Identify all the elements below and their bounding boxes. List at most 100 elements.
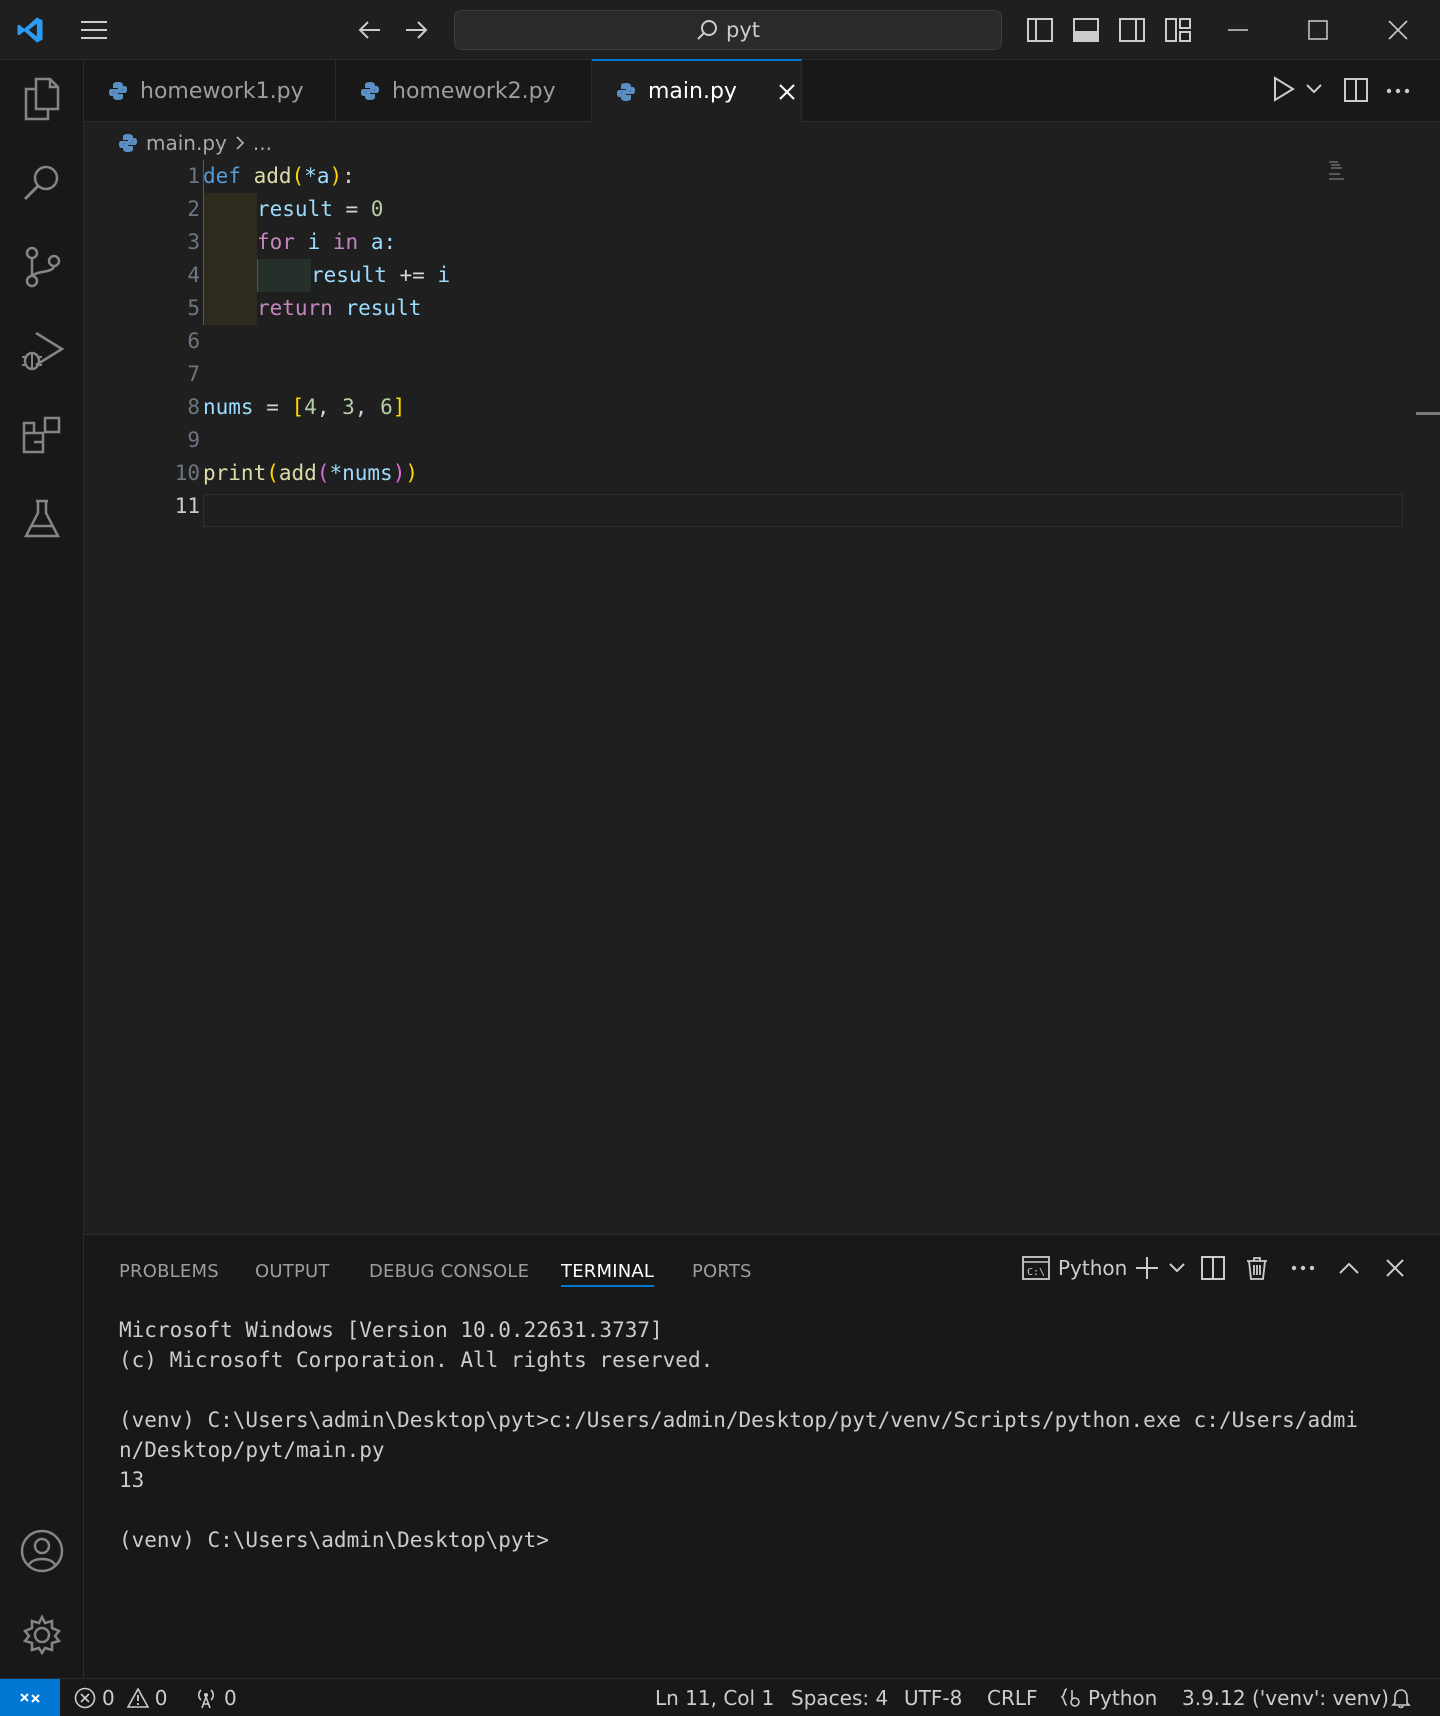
line-number: 10 — [174, 461, 200, 485]
remote-indicator[interactable] — [0, 1679, 60, 1716]
tab-output[interactable]: OUTPUT — [255, 1257, 330, 1287]
tab-label: main.py — [648, 79, 737, 104]
ports-status[interactable]: 0 — [194, 1679, 237, 1716]
new-terminal-plus-icon[interactable] — [1130, 1251, 1164, 1285]
more-actions-icon[interactable] — [1386, 88, 1410, 94]
line-number: 4 — [187, 263, 200, 287]
toggle-primary-sidebar-icon[interactable] — [1022, 12, 1058, 48]
chevron-down-icon[interactable] — [1306, 84, 1322, 94]
tab-main[interactable]: main.py — [592, 59, 802, 122]
warning-triangle-icon — [126, 1688, 149, 1708]
code-line-2: result = 0 — [257, 197, 384, 221]
maximize-panel-chevron-up-icon[interactable] — [1332, 1251, 1366, 1285]
python-interpreter[interactable]: 3.9.12 ('venv': venv) — [1182, 1679, 1389, 1716]
close-panel-icon[interactable] — [1378, 1251, 1412, 1285]
terminal-line: 13 — [119, 1468, 145, 1492]
minimap[interactable] — [1328, 160, 1346, 182]
terminal-icon: C:\ — [1022, 1256, 1050, 1280]
broadcast-antenna-icon — [194, 1687, 218, 1709]
toggle-secondary-sidebar-icon[interactable] — [1114, 12, 1150, 48]
terminal-line: (venv) C:\Users\admin\Desktop\pyt>c:/Use… — [119, 1408, 1359, 1432]
python-file-icon — [108, 81, 128, 101]
close-window-icon[interactable] — [1380, 12, 1416, 48]
run-python-file-icon[interactable] — [1272, 76, 1296, 102]
line-number: 1 — [187, 164, 200, 188]
tab-label: homework2.py — [392, 78, 556, 104]
back-arrow-icon[interactable] — [352, 12, 388, 48]
terminal-profile-selector[interactable]: C:\ Python — [1022, 1251, 1127, 1285]
more-actions-icon[interactable] — [1286, 1251, 1320, 1285]
tab-homework1[interactable]: homework1.py — [84, 60, 336, 122]
python-file-icon — [118, 133, 138, 153]
split-editor-icon[interactable] — [1344, 78, 1368, 102]
remote-connection-icon — [19, 1688, 41, 1708]
python-file-icon — [360, 81, 380, 101]
cursor-position[interactable]: Ln 11, Col 1 — [655, 1679, 774, 1716]
toggle-panel-icon[interactable] — [1068, 12, 1104, 48]
line-number: 5 — [187, 296, 200, 320]
close-tab-icon[interactable] — [779, 83, 795, 100]
testing-icon[interactable] — [0, 483, 84, 555]
indentation-setting[interactable]: Spaces: 4 — [791, 1679, 888, 1716]
current-line-highlight — [203, 494, 1403, 527]
tab-terminal[interactable]: TERMINAL — [561, 1257, 655, 1287]
scrollbar-cursor-marker — [1416, 412, 1440, 415]
language-mode[interactable]: Python — [1060, 1679, 1157, 1716]
line-number: 9 — [187, 428, 200, 452]
code-line-4: result += i — [311, 263, 451, 287]
terminal-line: n/Desktop/pyt/main.py — [119, 1438, 385, 1462]
run-and-debug-icon[interactable] — [0, 315, 84, 387]
problems-status[interactable]: 0 0 — [74, 1679, 167, 1716]
chevron-right-icon — [235, 135, 245, 151]
indent-guide — [257, 259, 311, 292]
code-editor[interactable]: 1 2 3 4 5 6 7 8 9 10 11 def add(*a): res… — [84, 160, 1440, 1234]
tab-problems[interactable]: PROBLEMS — [119, 1257, 219, 1287]
code-line-8: nums = [4, 3, 6] — [203, 395, 406, 419]
command-center-search[interactable]: pyt — [454, 10, 1002, 50]
breadcrumb-more[interactable]: ... — [253, 131, 272, 155]
account-icon[interactable] — [0, 1515, 84, 1587]
encoding-setting[interactable]: UTF-8 — [904, 1679, 962, 1716]
customize-layout-icon[interactable] — [1160, 12, 1196, 48]
minimize-icon[interactable] — [1220, 12, 1256, 48]
line-number: 11 — [174, 494, 200, 518]
search-icon — [696, 19, 718, 41]
trash-icon[interactable] — [1240, 1251, 1274, 1285]
line-number: 8 — [187, 395, 200, 419]
extensions-icon[interactable] — [0, 399, 84, 471]
menu-icon[interactable] — [76, 12, 112, 48]
maximize-icon[interactable] — [1300, 12, 1336, 48]
chevron-down-icon[interactable] — [1160, 1251, 1194, 1285]
search-sidebar-icon[interactable] — [0, 147, 84, 219]
terminal-line: (c) Microsoft Corporation. All rights re… — [119, 1348, 714, 1372]
warning-count: 0 — [154, 1686, 168, 1710]
terminal-output[interactable]: Microsoft Windows [Version 10.0.22631.37… — [119, 1315, 1358, 1555]
braces-icon — [1060, 1687, 1082, 1709]
tab-debug-console[interactable]: DEBUG CONSOLE — [369, 1257, 529, 1287]
line-ending-setting[interactable]: CRLF — [987, 1679, 1038, 1716]
tab-ports[interactable]: PORTS — [692, 1257, 752, 1287]
title-bar: pyt — [0, 0, 1440, 60]
notifications-bell-icon[interactable] — [1390, 1679, 1412, 1716]
code-line-5: return result — [257, 296, 422, 320]
forward-arrow-icon[interactable] — [398, 12, 434, 48]
svg-text:C:\: C:\ — [1027, 1267, 1045, 1278]
explorer-icon[interactable] — [0, 63, 84, 135]
source-control-icon[interactable] — [0, 231, 84, 303]
tab-homework2[interactable]: homework2.py — [336, 60, 592, 122]
indent-guide — [203, 193, 257, 325]
terminal-profile-label: Python — [1058, 1256, 1128, 1280]
manage-gear-icon[interactable] — [0, 1599, 84, 1671]
line-number: 7 — [187, 362, 200, 386]
split-terminal-icon[interactable] — [1196, 1251, 1230, 1285]
line-number: 6 — [187, 329, 200, 353]
line-number: 2 — [187, 197, 200, 221]
breadcrumb-file[interactable]: main.py — [146, 131, 227, 155]
editor-tab-bar: homework1.py homework2.py main.py — [84, 59, 1440, 122]
ports-count: 0 — [224, 1686, 237, 1710]
code-line-10: print(add(*nums)) — [203, 461, 418, 485]
terminal-line: Microsoft Windows [Version 10.0.22631.37… — [119, 1318, 663, 1342]
terminal-prompt: (venv) C:\Users\admin\Desktop\pyt> — [119, 1528, 549, 1552]
error-count: 0 — [102, 1686, 115, 1710]
